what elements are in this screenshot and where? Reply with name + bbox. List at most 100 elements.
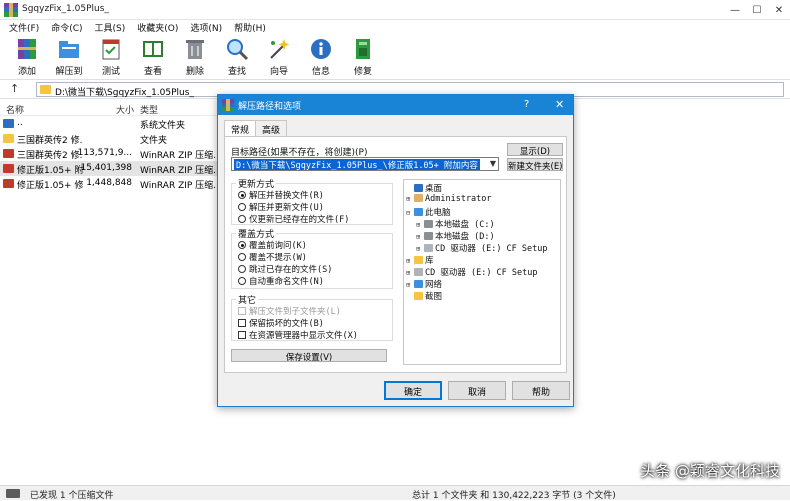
- file-row-zip[interactable]: 三国群英传2 修... 113,571,9... WinRAR ZIP 压缩..…: [0, 146, 220, 161]
- tree-node-screenshots[interactable]: 截图: [406, 290, 442, 302]
- wizard-button[interactable]: 向导: [258, 35, 300, 79]
- status-right: 总计 1 个文件夹 和 130,422,223 字节 (3 个文件): [412, 491, 616, 501]
- repair-icon: [356, 39, 370, 59]
- zip-archive-icon: [3, 164, 14, 173]
- radio-unselected: [238, 253, 246, 261]
- help-button[interactable]: 帮助: [512, 381, 570, 400]
- show-button[interactable]: 显示(D): [507, 143, 563, 157]
- tab-advanced[interactable]: 高级: [255, 120, 288, 136]
- update-mode-group: 更新方式 解压并替换文件(R) 解压并更新文件(U) 仅更新已经存在的文件(F): [231, 177, 393, 225]
- dialog-title: 解压路径和选项: [238, 102, 302, 112]
- file-row-zip-selected[interactable]: 修正版1.05+ 附... 15,401,398 WinRAR ZIP 压缩..…: [0, 161, 220, 176]
- tree-node-cd-drive[interactable]: ⊞ CD 驱动器 (E:) CF Setup: [416, 242, 548, 254]
- tree-node-cd-drive-2[interactable]: ⊞ CD 驱动器 (E:) CF Setup: [406, 266, 538, 278]
- column-type-header[interactable]: 类型: [140, 103, 158, 116]
- tree-node-network[interactable]: ⊞ 网络: [406, 278, 442, 290]
- radio-unselected: [238, 215, 246, 223]
- window-title: SgqyzFix_1.05Plus_: [22, 4, 109, 14]
- checkbox-show-in-explorer[interactable]: 在资源管理器中显示文件(X): [238, 329, 358, 341]
- tree-node-libraries[interactable]: ⊞ 库: [406, 254, 434, 266]
- menu-favorites[interactable]: 收藏夹(O): [131, 21, 184, 34]
- status-bar: 已发现 1 个压缩文件 总计 1 个文件夹 和 130,422,223 字节 (…: [0, 485, 790, 501]
- view-icon: [143, 41, 163, 57]
- delete-button[interactable]: 删除: [174, 35, 216, 79]
- repair-button[interactable]: 修复: [342, 35, 384, 79]
- menu-options[interactable]: 选项(N): [184, 21, 228, 34]
- radio-extract-replace[interactable]: 解压并替换文件(R): [238, 189, 324, 201]
- checkbox-extract-to-subfolder[interactable]: 解压文件到子文件夹(L): [238, 305, 341, 317]
- destination-path-combo[interactable]: D:\微当下载\SgqyzFix_1.05Plus_\修正版1.05+ 附加内容…: [231, 157, 499, 171]
- file-row-folder[interactable]: 三国群英传2 修... 文件夹: [0, 131, 220, 146]
- user-icon: [414, 194, 423, 202]
- parent-folder-icon: [3, 119, 14, 128]
- radio-fresh-existing[interactable]: 仅更新已经存在的文件(F): [238, 213, 349, 225]
- info-button[interactable]: 信息: [300, 35, 342, 79]
- cancel-button[interactable]: 取消: [448, 381, 506, 400]
- menu-tools[interactable]: 工具(S): [89, 21, 132, 34]
- tree-node-drive-c[interactable]: ⊞ 本地磁盘 (C:): [416, 218, 495, 230]
- menu-bar: 文件(F) 命令(C) 工具(S) 收藏夹(O) 选项(N) 帮助(H): [0, 20, 790, 35]
- radio-skip-existing[interactable]: 跳过已存在的文件(S): [238, 263, 332, 275]
- tree-node-administrator[interactable]: ⊞ Administrator: [406, 194, 492, 206]
- close-button[interactable]: ✕: [768, 0, 790, 20]
- test-button[interactable]: 测试: [90, 35, 132, 79]
- drive-icon: [424, 220, 433, 228]
- up-arrow-icon[interactable]: ↑: [10, 82, 19, 95]
- checkbox-disabled: [238, 307, 246, 315]
- radio-overwrite-without-prompt[interactable]: 覆盖不提示(W): [238, 251, 307, 263]
- computer-icon: [414, 208, 423, 216]
- drive-icon: [424, 232, 433, 240]
- minimize-button[interactable]: —: [724, 0, 746, 20]
- radio-rename-automatically[interactable]: 自动重命名文件(N): [238, 275, 324, 287]
- file-row-parent[interactable]: .. 系统文件夹: [0, 116, 220, 131]
- radio-unselected: [238, 265, 246, 273]
- library-icon: [414, 256, 423, 264]
- path-text: D:\微当下载\SgqyzFix_1.05Plus_: [55, 88, 194, 98]
- column-name-header[interactable]: 名称: [6, 103, 24, 116]
- delete-icon: [186, 40, 204, 59]
- dialog-close-button[interactable]: ✕: [555, 98, 564, 111]
- cd-icon: [414, 268, 423, 276]
- checkbox-keep-broken-files[interactable]: 保留损坏的文件(B): [238, 317, 324, 329]
- menu-file[interactable]: 文件(F): [3, 21, 45, 34]
- menu-commands[interactable]: 命令(C): [45, 21, 88, 34]
- find-button[interactable]: 查找: [216, 35, 258, 79]
- drive-icon: [6, 489, 20, 498]
- misc-options-group: 其它 解压文件到子文件夹(L) 保留损坏的文件(B) 在资源管理器中显示文件(X…: [231, 293, 393, 341]
- radio-unselected: [238, 277, 246, 285]
- radio-ask-before-overwrite[interactable]: 覆盖前询问(K): [238, 239, 307, 251]
- tree-node-this-pc[interactable]: ⊟ 此电脑: [406, 206, 451, 218]
- chevron-down-icon[interactable]: ▼: [490, 159, 496, 168]
- radio-selected: [238, 241, 246, 249]
- save-settings-button[interactable]: 保存设置(V): [231, 349, 387, 363]
- overwrite-mode-group: 覆盖方式 覆盖前询问(K) 覆盖不提示(W) 跳过已存在的文件(S) 自动重命名…: [231, 227, 393, 289]
- extract-to-button[interactable]: 解压到: [48, 35, 90, 79]
- zip-archive-icon: [3, 149, 14, 158]
- file-row-zip[interactable]: 修正版1.05+ 修... 1,448,848 WinRAR ZIP 压缩...: [0, 176, 220, 191]
- desktop-icon: [414, 184, 423, 192]
- zip-archive-icon: [3, 179, 14, 188]
- ok-button[interactable]: 确定: [384, 381, 442, 400]
- dialog-help-button[interactable]: ?: [524, 99, 529, 110]
- radio-selected: [238, 191, 246, 199]
- watermark-text: 头条 @颖睿文化科技: [640, 462, 780, 480]
- dialog-tabs: 常规 高级: [224, 120, 288, 137]
- new-folder-button[interactable]: 新建文件夹(E): [507, 158, 563, 172]
- toolbar: 添加 解压到 测试 查看 删除 查找 向导 信息 修复: [0, 35, 790, 79]
- status-left: 已发现 1 个压缩文件: [30, 491, 114, 501]
- menu-help[interactable]: 帮助(H): [228, 21, 272, 34]
- info-icon: [311, 39, 331, 59]
- add-icon: [18, 39, 36, 59]
- tab-panel-general: 目标路径(如果不存在，将创建)(P) D:\微当下载\SgqyzFix_1.05…: [224, 136, 567, 373]
- add-button[interactable]: 添加: [6, 35, 48, 79]
- tab-general[interactable]: 常规: [224, 120, 257, 137]
- view-button[interactable]: 查看: [132, 35, 174, 79]
- winrar-dialog-icon: [222, 99, 234, 111]
- maximize-button[interactable]: ☐: [746, 0, 768, 20]
- folder-icon: [3, 134, 14, 143]
- window-controls: — ☐ ✕: [724, 0, 790, 20]
- radio-extract-update[interactable]: 解压并更新文件(U): [238, 201, 324, 213]
- tree-node-desktop[interactable]: 桌面: [406, 182, 442, 194]
- tree-node-drive-d[interactable]: ⊞ 本地磁盘 (D:): [416, 230, 495, 242]
- column-size-header[interactable]: 大小: [116, 103, 134, 116]
